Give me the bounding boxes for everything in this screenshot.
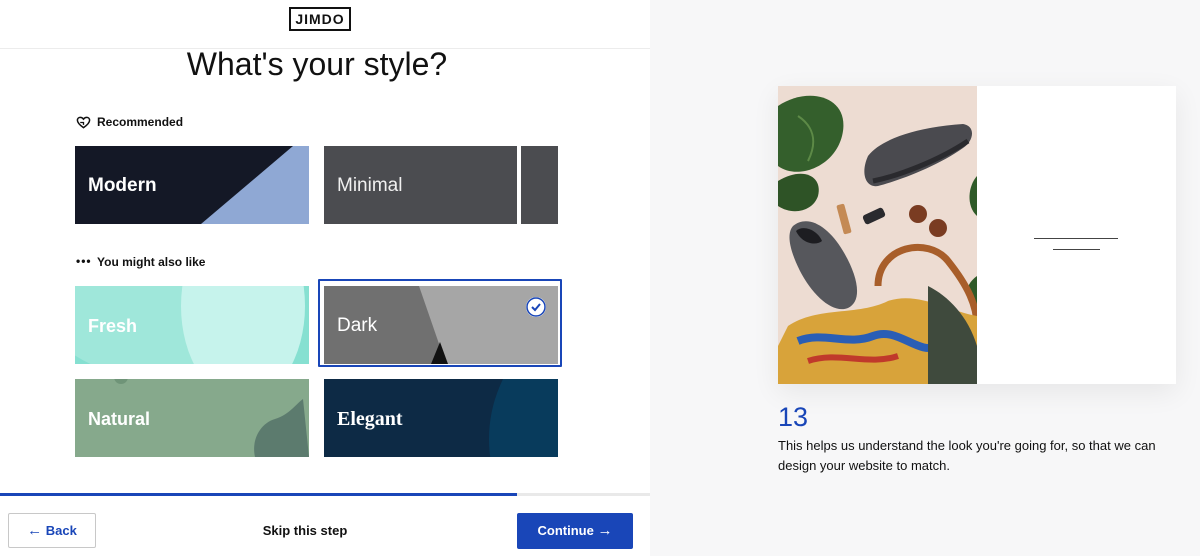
preview-text-line xyxy=(1053,249,1100,250)
style-option-natural[interactable]: Natural xyxy=(75,379,309,457)
also-like-label: You might also like xyxy=(97,255,206,269)
arrow-left-icon: ← xyxy=(27,522,43,539)
style-option-elegant[interactable]: Elegant xyxy=(324,379,558,457)
style-option-label: Elegant xyxy=(337,408,403,430)
style-option-modern[interactable]: Modern xyxy=(75,146,309,224)
arrow-right-icon: → xyxy=(597,522,613,539)
jimdo-logo: JIMDO xyxy=(289,7,351,31)
style-preview-card xyxy=(778,86,1176,384)
style-option-fresh[interactable]: Fresh xyxy=(75,286,309,364)
continue-label: Continue xyxy=(537,523,594,538)
help-text: This helps us understand the look you're… xyxy=(778,438,1156,473)
style-option-label: Fresh xyxy=(88,316,138,336)
selected-style-frame xyxy=(318,279,562,367)
step-number: 13 xyxy=(778,402,809,432)
style-option-minimal[interactable]: Minimal xyxy=(324,146,558,224)
minimal-divider xyxy=(517,146,521,224)
flat-lay-illustration xyxy=(778,95,977,384)
check-icon xyxy=(526,297,546,317)
progress-bar-fill xyxy=(0,493,517,496)
style-option-label: Modern xyxy=(88,175,157,196)
also-like-heading: ••• You might also like xyxy=(76,255,205,270)
recommended-heading: Recommended xyxy=(76,115,183,130)
style-option-label: Minimal xyxy=(337,175,403,196)
page-title: What's your style? xyxy=(186,46,448,82)
heart-icon xyxy=(76,116,91,129)
ellipsis-icon: ••• xyxy=(76,254,92,269)
back-label: Back xyxy=(45,523,77,538)
flat-lay-photo xyxy=(778,86,977,384)
style-selection-panel: JIMDO What's your style? Recommended Mod… xyxy=(0,0,650,556)
back-button[interactable]: ← Back xyxy=(8,513,96,548)
continue-button[interactable]: Continue → xyxy=(517,513,633,549)
header-bar: JIMDO xyxy=(0,0,650,49)
style-option-label: Natural xyxy=(88,409,151,429)
recommended-label: Recommended xyxy=(97,115,184,129)
progress-bar xyxy=(0,493,650,496)
skip-step-link[interactable]: Skip this step xyxy=(250,513,360,548)
preview-text-line xyxy=(1034,238,1118,239)
